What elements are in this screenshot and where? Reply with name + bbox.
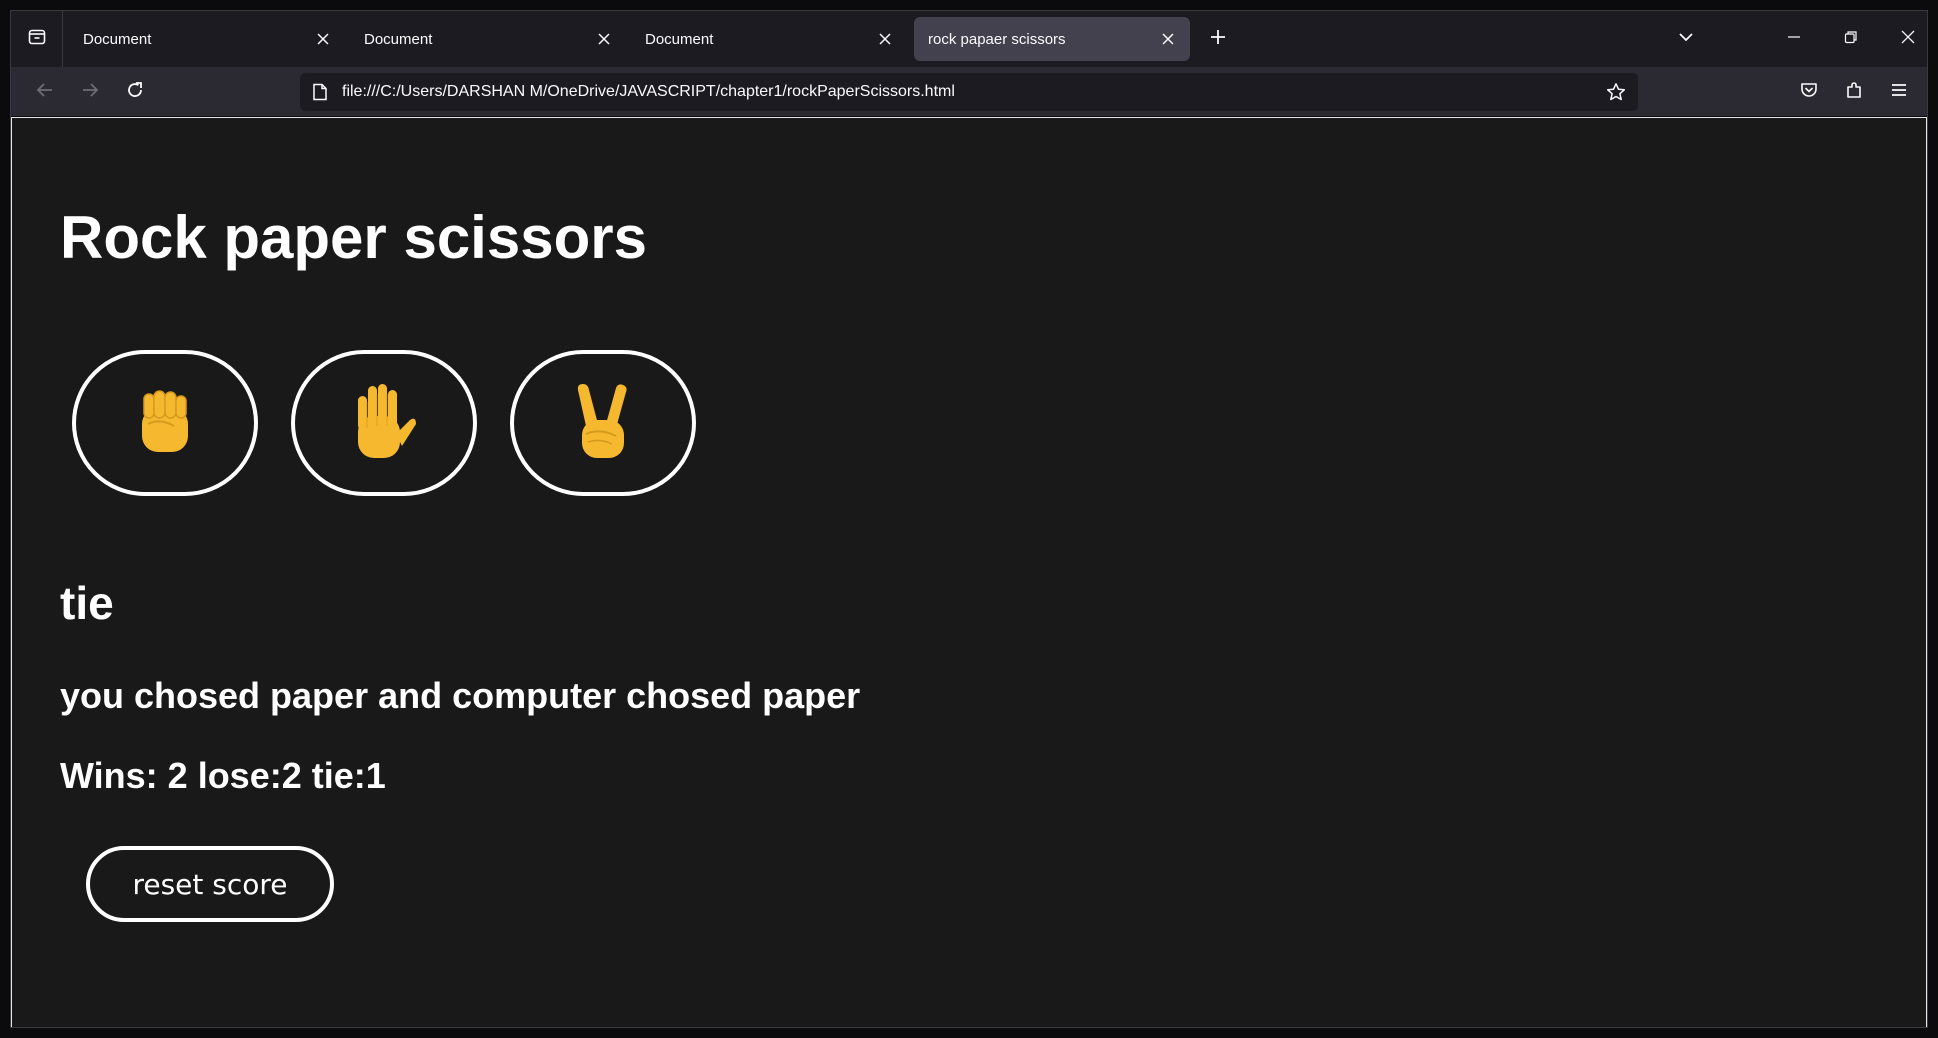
extensions-icon	[1844, 80, 1864, 105]
menu-icon	[1889, 80, 1909, 105]
reset-score-button[interactable]: reset score	[86, 846, 334, 922]
tab-list-icon	[27, 27, 47, 52]
paper-hand-icon	[348, 382, 420, 465]
close-icon[interactable]	[1156, 27, 1180, 51]
back-button[interactable]	[29, 76, 61, 108]
tab-document-3[interactable]: Document	[631, 17, 907, 61]
reload-button[interactable]	[119, 76, 151, 108]
close-icon[interactable]	[311, 27, 335, 51]
restore-button[interactable]	[1823, 21, 1879, 57]
minimize-icon	[1787, 30, 1801, 49]
minimize-button[interactable]	[1766, 21, 1822, 57]
forward-button[interactable]	[74, 76, 106, 108]
bookmark-star-icon[interactable]	[1600, 76, 1632, 108]
close-icon[interactable]	[592, 27, 616, 51]
new-tab-button[interactable]	[1206, 27, 1230, 51]
close-icon[interactable]	[873, 27, 897, 51]
score-text: Wins: 2 lose:2 tie:1	[60, 755, 386, 796]
forward-arrow-icon	[80, 80, 100, 105]
rock-button[interactable]	[72, 350, 258, 496]
app-menu-button[interactable]	[1883, 76, 1915, 108]
address-bar[interactable]: file:///C:/Users/DARSHAN M/OneDrive/JAVA…	[300, 73, 1638, 111]
extensions-button[interactable]	[1838, 76, 1870, 108]
tab-title: Document	[645, 30, 714, 48]
scissors-button[interactable]	[510, 350, 696, 496]
window-close-button[interactable]	[1880, 21, 1927, 57]
browser-window: Document Document Document rock papaer s…	[10, 10, 1928, 1028]
back-arrow-icon	[35, 80, 55, 105]
scissors-victory-icon	[572, 382, 634, 465]
tab-list-button[interactable]	[11, 11, 63, 67]
navigation-toolbar: file:///C:/Users/DARSHAN M/OneDrive/JAVA…	[11, 67, 1927, 117]
restore-icon	[1844, 30, 1858, 49]
pocket-button[interactable]	[1793, 76, 1825, 108]
rock-fist-icon	[134, 386, 196, 461]
tab-document-2[interactable]: Document	[350, 17, 626, 61]
chevron-down-icon	[1677, 28, 1695, 51]
page-title: Rock paper scissors	[60, 204, 647, 271]
tab-title: rock papaer scissors	[928, 30, 1066, 48]
moves-text: you chosed paper and computer chosed pap…	[60, 675, 861, 716]
page-content: Rock paper scissors tie you chosed paper…	[11, 117, 1927, 1027]
tab-document-1[interactable]: Document	[69, 17, 345, 61]
pocket-icon	[1799, 80, 1819, 105]
list-all-tabs-button[interactable]	[1674, 27, 1698, 51]
tab-title: Document	[364, 30, 433, 48]
reload-icon	[125, 80, 145, 105]
window-close-icon	[1901, 30, 1915, 49]
tab-title: Document	[83, 30, 152, 48]
tab-rock-paper-scissors[interactable]: rock papaer scissors	[914, 17, 1190, 61]
page-icon	[310, 82, 330, 102]
new-tab-icon	[1209, 28, 1227, 51]
result-text: tie	[60, 577, 114, 629]
url-input[interactable]: file:///C:/Users/DARSHAN M/OneDrive/JAVA…	[342, 83, 1600, 101]
paper-button[interactable]	[291, 350, 477, 496]
